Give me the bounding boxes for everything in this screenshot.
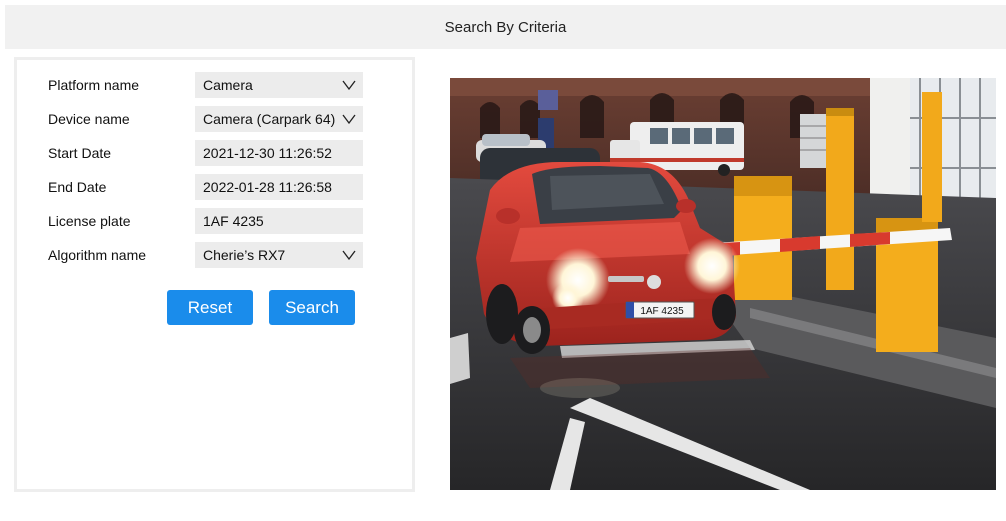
reset-button[interactable]: Reset xyxy=(167,290,253,325)
start-date-input[interactable]: 2021-12-30 11:26:52 xyxy=(195,140,363,166)
page-header: Search By Criteria xyxy=(5,5,1006,49)
camera-preview-image: 1AF 4235 xyxy=(450,78,996,490)
chevron-down-icon[interactable] xyxy=(341,242,357,268)
algorithm-name-label: Algorithm name xyxy=(48,247,147,263)
device-name-label: Device name xyxy=(48,111,130,127)
device-name-row: Device name Camera (Carpark 64) xyxy=(17,106,412,132)
page-title: Search By Criteria xyxy=(444,18,567,36)
license-plate-text: 1AF 4235 xyxy=(640,306,684,317)
algorithm-name-row: Algorithm name Cherie’s RX7 xyxy=(17,242,412,268)
end-date-label: End Date xyxy=(48,179,107,195)
search-button[interactable]: Search xyxy=(269,290,355,325)
license-plate-label: License plate xyxy=(48,213,131,229)
start-date-row: Start Date 2021-12-30 11:26:52 xyxy=(17,140,412,166)
start-date-label: Start Date xyxy=(48,145,112,161)
start-date-value: 2021-12-30 11:26:52 xyxy=(203,145,332,161)
license-plate-row: License plate 1AF 4235 xyxy=(17,208,412,234)
device-name-select[interactable]: Camera (Carpark 64) xyxy=(195,106,363,132)
platform-name-value: Camera xyxy=(203,77,253,93)
device-name-value: Camera (Carpark 64) xyxy=(203,111,336,127)
platform-name-label: Platform name xyxy=(48,77,140,93)
search-criteria-panel: Platform name Camera Device name Camera … xyxy=(14,57,415,492)
end-date-input[interactable]: 2022-01-28 11:26:58 xyxy=(195,174,363,200)
license-plate-input[interactable]: 1AF 4235 xyxy=(195,208,363,234)
chevron-down-icon[interactable] xyxy=(341,106,357,132)
license-plate-value: 1AF 4235 xyxy=(203,213,264,229)
search-button-label: Search xyxy=(285,297,339,317)
platform-name-select[interactable]: Camera xyxy=(195,72,363,98)
end-date-value: 2022-01-28 11:26:58 xyxy=(203,179,332,195)
end-date-row: End Date 2022-01-28 11:26:58 xyxy=(17,174,412,200)
reset-button-label: Reset xyxy=(187,297,233,317)
chevron-down-icon[interactable] xyxy=(341,72,357,98)
algorithm-name-select[interactable]: Cherie’s RX7 xyxy=(195,242,363,268)
algorithm-name-value: Cherie’s RX7 xyxy=(203,247,286,263)
platform-name-row: Platform name Camera xyxy=(17,72,412,98)
